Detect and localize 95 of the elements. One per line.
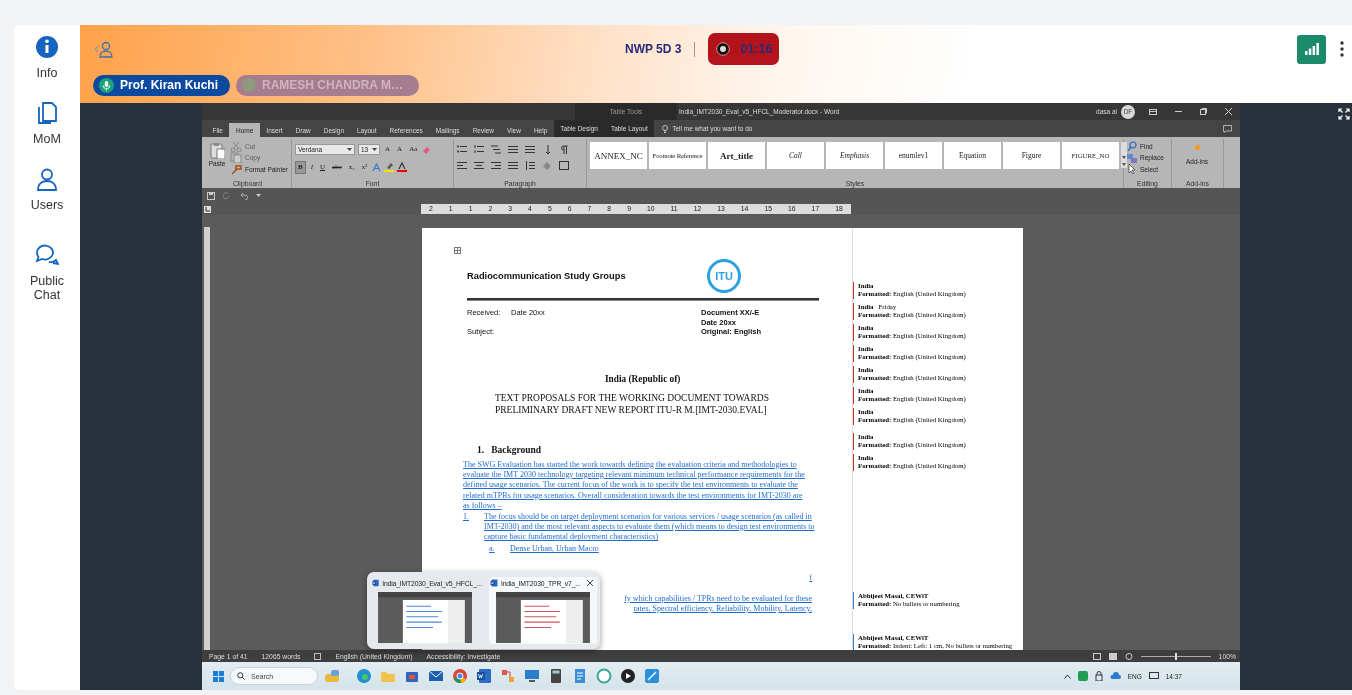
search-icon <box>237 672 245 680</box>
close-icon[interactable] <box>587 580 593 587</box>
chevron-up-icon[interactable] <box>1063 673 1071 679</box>
lock-icon[interactable] <box>1094 671 1103 681</box>
logo: ITU <box>707 259 741 293</box>
highlighter-icon[interactable] <box>384 162 395 172</box>
meeting-title: NWP 5D 3 <box>625 42 682 56</box>
app-icon[interactable] <box>596 668 612 684</box>
info-icon <box>35 35 59 59</box>
justify-icon[interactable] <box>508 161 518 170</box>
tab-selector-icon[interactable] <box>204 205 211 213</box>
word-icon <box>372 579 380 588</box>
cloud-icon[interactable] <box>1109 672 1121 680</box>
list-marker: 1. <box>463 511 470 523</box>
app-icon[interactable] <box>500 668 516 684</box>
multilevel-list-icon[interactable] <box>491 145 501 154</box>
calculator-icon[interactable] <box>548 668 564 684</box>
align-center-icon[interactable] <box>474 161 484 170</box>
align-right-icon[interactable] <box>491 161 501 170</box>
lightbulb-icon <box>662 124 669 133</box>
notepad-icon[interactable] <box>572 668 588 684</box>
replace-icon <box>1127 152 1137 163</box>
zoom-slider-thumb[interactable] <box>1174 652 1177 660</box>
paragraph-line: rates, Spectral efficiency, Reliability, Mobility, Latency, <box>632 604 812 615</box>
brush-icon <box>230 163 242 175</box>
style-tile[interactable]: ANNEX_NC <box>590 142 647 169</box>
status-dot-icon <box>242 78 256 92</box>
web-layout-icon[interactable] <box>1124 652 1133 660</box>
minimize-icon[interactable] <box>1175 108 1182 115</box>
borders-icon[interactable] <box>559 161 569 170</box>
heading-text: Radiocommunication Study Groups <box>467 271 626 281</box>
chrome-icon[interactable] <box>452 668 468 684</box>
undo-icon[interactable] <box>239 191 248 200</box>
list-item-text: The focus should be on target deployment scenarios for various services / usage scenarios (as called in IMT-2030) and the most relevant aspects to evaluate them (which means to design test environments to capture basic fundamental deployment characteristics) <box>484 511 815 543</box>
list-item-text: Dense Urban, Urban Macro <box>510 543 599 555</box>
signal-button[interactable] <box>1297 34 1326 64</box>
document-title: TEXT PROPOSALS FOR THE WORKING DOCUMENT TOWARDS PRELIMINARY DRAFT NEW REPORT ITU-R M.[IMT-2030.EVAL] <box>495 391 770 416</box>
document-icon <box>35 101 59 125</box>
cursor-icon <box>1127 164 1137 174</box>
bullets-icon[interactable] <box>457 145 467 154</box>
restore-icon[interactable] <box>1200 108 1207 115</box>
monitor-icon[interactable] <box>524 668 540 684</box>
ribbon-display-icon[interactable] <box>1149 108 1157 115</box>
sidebar-item[interactable]: Info <box>19 35 75 80</box>
paste-icon <box>209 142 225 159</box>
line-spacing-icon[interactable] <box>525 161 535 170</box>
print-layout-icon[interactable] <box>1108 652 1117 660</box>
user-icon <box>35 167 59 191</box>
search-icon <box>1127 141 1137 151</box>
pilcrow-icon[interactable] <box>559 145 569 154</box>
save-icon[interactable] <box>207 191 215 200</box>
heading-number: 1. <box>477 444 485 455</box>
paragraph: The SWG Evaluation has started the work towards defining the evaluation criteria and methodologies to evaluate the IMT 2030 technology targeting relevant minimum technical performance requirements for the defined usage scenarios. The current focus of the work is to specify the test environments to evaluate the related mTPRs for usage scenarios. Overall consideration towards the test environments for IMT-2030 are as follows – <box>463 459 805 512</box>
table-move-icon[interactable] <box>454 247 461 254</box>
copy-icon <box>230 152 242 163</box>
record-icon <box>716 42 731 56</box>
caret-icon <box>372 147 377 151</box>
comment-icon[interactable] <box>1223 124 1232 133</box>
scroll-arrows-icon[interactable] <box>1121 142 1127 168</box>
proofing-icon <box>314 652 322 660</box>
paragraph-line: f <box>808 573 812 584</box>
style-tile[interactable]: Art_title <box>708 142 765 169</box>
decrease-indent-icon[interactable] <box>508 145 518 154</box>
caret-icon[interactable] <box>256 194 261 197</box>
dot-icon <box>1194 145 1200 150</box>
sidebar-item[interactable]: MoM <box>19 101 75 146</box>
focus-icon[interactable] <box>1092 652 1101 660</box>
media-player-icon[interactable] <box>620 668 636 684</box>
list-marker: a. <box>489 543 496 555</box>
numbering-icon[interactable] <box>474 145 484 154</box>
increase-indent-icon[interactable] <box>525 145 535 154</box>
expand-icon[interactable] <box>1338 108 1350 120</box>
participant-chip: Prof. Kiran Kuchi <box>93 74 230 96</box>
align-left-icon[interactable] <box>457 161 467 170</box>
menu-icon[interactable] <box>1340 41 1344 57</box>
back-user-icon[interactable] <box>93 40 113 58</box>
mail-icon[interactable] <box>428 668 444 684</box>
section-heading: Background <box>491 444 542 455</box>
windows-logo-icon[interactable] <box>213 670 224 682</box>
cut-icon <box>230 140 242 152</box>
font-color-icon[interactable] <box>397 162 408 172</box>
word-icon <box>490 579 498 588</box>
signal-icon <box>1304 43 1319 55</box>
browser-icon[interactable] <box>356 668 372 684</box>
caret-icon <box>347 147 352 151</box>
app-icon[interactable] <box>1077 671 1088 681</box>
display-icon[interactable] <box>1148 672 1159 680</box>
app-icon[interactable] <box>644 668 660 684</box>
microphone-icon <box>99 77 114 93</box>
paragraph-line: fy which capabilities / TPRs need to be evaluated for these <box>623 593 812 605</box>
word-icon[interactable] <box>476 668 492 684</box>
sidebar-item[interactable]: Users <box>19 167 75 212</box>
chat-icon <box>35 243 59 267</box>
sidebar-item[interactable]: Public Chat <box>19 243 75 302</box>
source-text: India (Republic of) <box>605 373 682 384</box>
